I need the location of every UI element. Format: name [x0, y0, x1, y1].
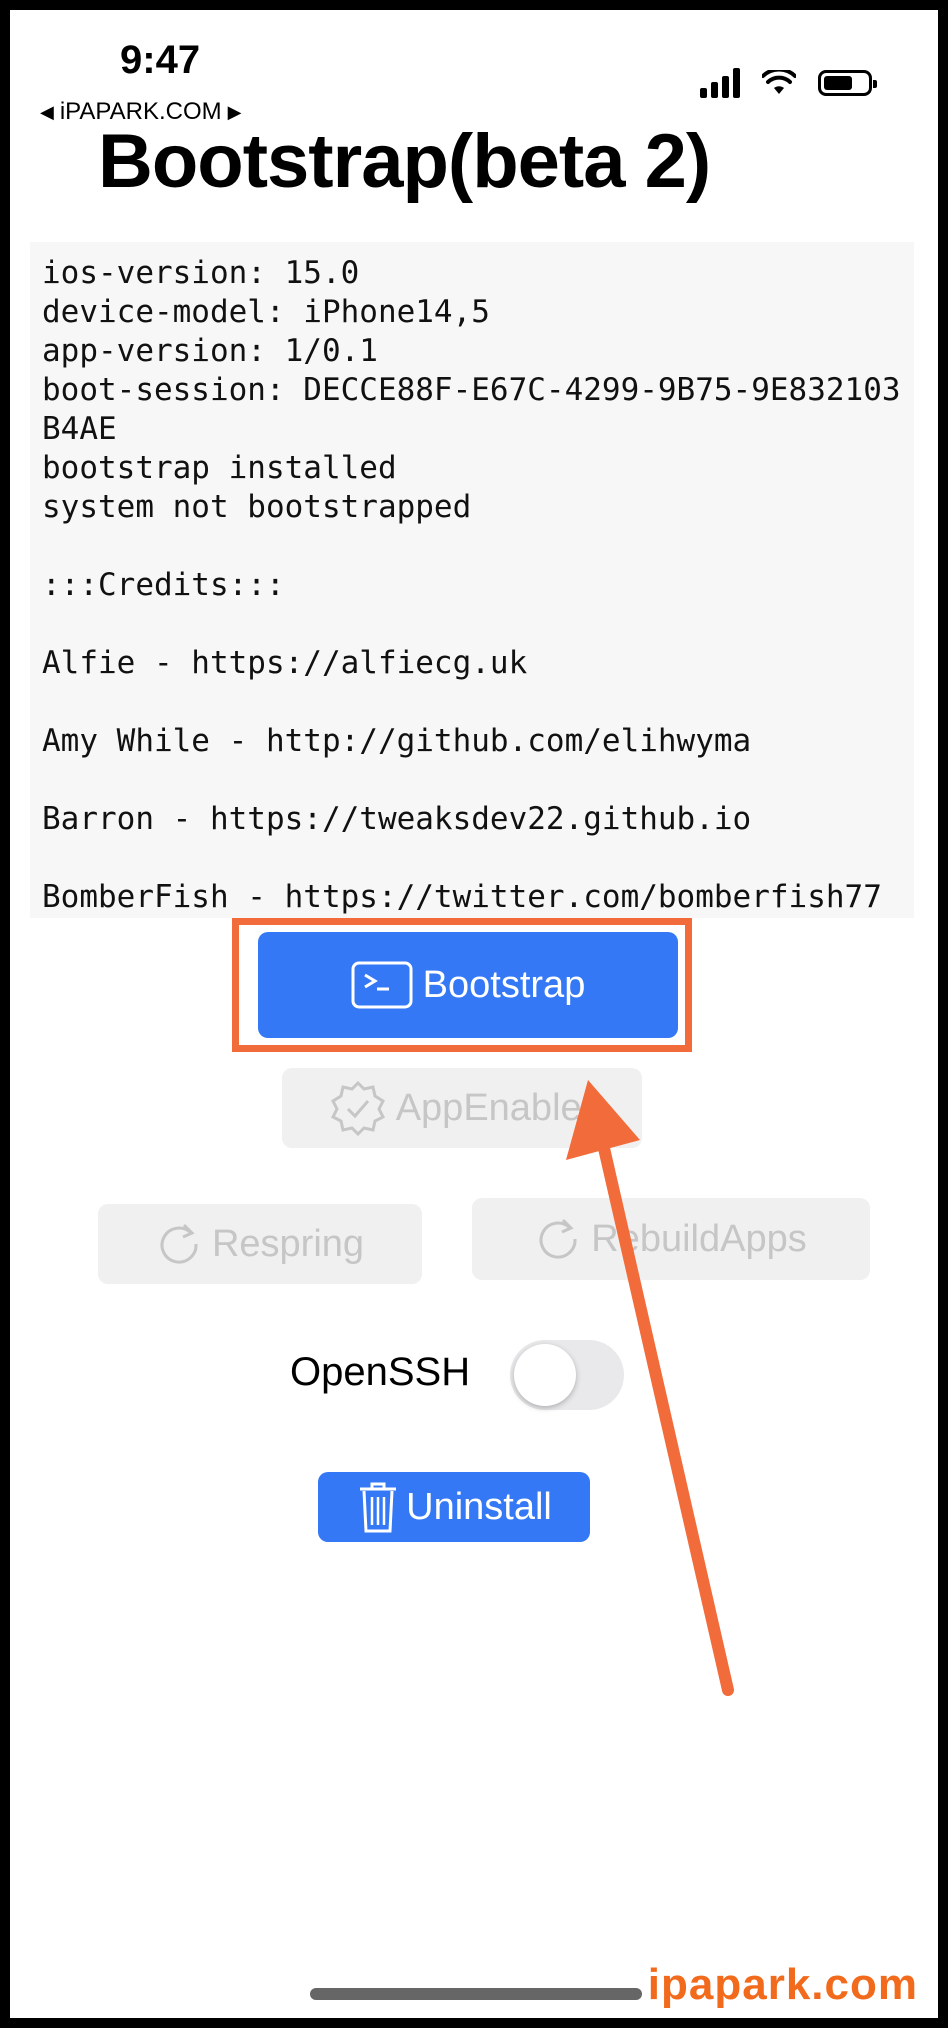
checkmark-seal-icon — [330, 1080, 385, 1136]
respring-button-label: Respring — [211, 1222, 365, 1265]
app-enabler-button[interactable]: AppEnabler — [282, 1068, 642, 1148]
log-output[interactable]: ios-version: 15.0 device-model: iPhone14… — [30, 242, 914, 918]
toggle-knob — [514, 1344, 576, 1406]
status-time: 9:47 — [120, 38, 201, 82]
home-indicator[interactable] — [310, 1988, 642, 2000]
cellular-signal-icon — [700, 68, 740, 98]
refresh-icon — [160, 1223, 198, 1264]
trash-icon — [360, 1482, 397, 1533]
refresh-icon — [539, 1218, 577, 1259]
rebuild-apps-button[interactable]: RebuildApps — [472, 1198, 870, 1280]
page-title: Bootstrap(beta 2) — [98, 119, 711, 204]
log-text: ios-version: 15.0 device-model: iPhone14… — [42, 255, 901, 915]
app-screen: 9:47 ◀ iPAPARK.COM ▶ Bootstrap(beta 2) i… — [10, 10, 938, 2018]
back-arrow-icon: ◀ — [40, 101, 54, 122]
battery-icon — [818, 70, 877, 96]
app-enabler-button-label: AppEnabler — [395, 1086, 595, 1129]
uninstall-button-label: Uninstall — [406, 1485, 552, 1528]
openssh-toggle[interactable] — [510, 1340, 624, 1410]
bootstrap-button-label: Bootstrap — [422, 963, 586, 1006]
rebuild-apps-button-label: RebuildApps — [591, 1217, 807, 1260]
openssh-label: OpenSSH — [290, 1350, 471, 1394]
uninstall-button[interactable]: Uninstall — [318, 1472, 590, 1542]
terminal-icon — [351, 961, 413, 1009]
status-icons — [700, 68, 877, 98]
respring-button[interactable]: Respring — [98, 1204, 422, 1284]
wifi-icon — [762, 70, 796, 94]
watermark: ipapark.com — [647, 1960, 918, 2009]
bootstrap-button[interactable]: Bootstrap — [258, 932, 678, 1038]
